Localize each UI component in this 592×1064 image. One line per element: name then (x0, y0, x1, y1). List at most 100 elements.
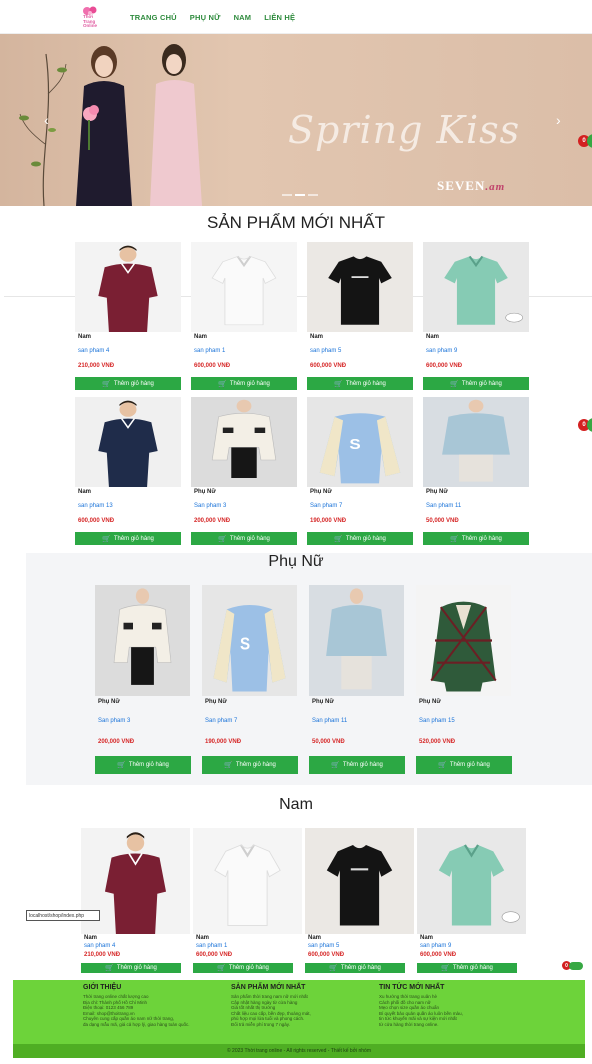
product-card[interactable]: Nam san pham 13 600,000 VNĐ 🛒 Thêm giỏ hàng (75, 397, 181, 547)
site-footer: GIỚI THIỆU Thời trang online chất lượng … (13, 980, 585, 1044)
footer-line: Đổi trả miễn phí trong 7 ngày. (231, 1021, 290, 1027)
prev-arrow-icon[interactable]: ‹ (44, 112, 49, 128)
product-price: 600,000 VNĐ (194, 363, 231, 369)
floating-cart[interactable]: 0 (578, 134, 592, 148)
add-to-cart-button[interactable]: 🛒 Thêm giỏ hàng (423, 532, 529, 545)
carousel-dot[interactable] (308, 194, 318, 196)
add-to-cart-button[interactable]: 🛒 Thêm giỏ hàng (417, 963, 517, 973)
add-to-cart-button[interactable]: 🛒 Thêm giỏ hàng (309, 756, 405, 774)
product-price: 50,000 VNĐ (312, 739, 345, 745)
site-logo[interactable]: Thời Trang Online (82, 6, 102, 28)
nav-contact[interactable]: LIÊN HỆ (264, 13, 295, 22)
product-card[interactable]: Phụ Nữ San pham 11 50,000 VNĐ 🛒 Thêm giỏ hàn… (423, 397, 529, 547)
nav-men[interactable]: NAM (234, 13, 252, 22)
product-image[interactable] (95, 585, 190, 696)
product-name[interactable]: san pham 5 (310, 348, 341, 354)
add-to-cart-button[interactable]: 🛒 Thêm giỏ hàng (305, 963, 405, 973)
product-image[interactable] (417, 828, 526, 934)
product-image[interactable]: S (307, 397, 413, 487)
next-arrow-icon[interactable]: › (556, 112, 561, 128)
product-name[interactable]: san pham 1 (194, 348, 225, 354)
product-category: Phụ Nữ (426, 489, 448, 495)
product-card[interactable]: Nam san pham 5 600,000 VNĐ 🛒 Thêm giỏ hàng (305, 828, 414, 974)
product-card[interactable]: Nam san pham 9 600,000 VNĐ 🛒 Thêm giỏ hàng (417, 828, 526, 974)
product-name[interactable]: San pham 7 (205, 718, 237, 724)
product-card[interactable]: Nam san pham 4 210,000 VNĐ 🛒 Thêm giỏ hàng (75, 242, 181, 392)
hero-banner[interactable]: Spring Kiss SEVEN.am ‹ › (0, 34, 592, 206)
product-price: 200,000 VNĐ (194, 518, 231, 524)
add-to-cart-button[interactable]: 🛒 Thêm giỏ hàng (202, 756, 298, 774)
cart-icon: 🛒 (102, 535, 111, 543)
product-card[interactable]: Nam san pham 1 600,000 VNĐ 🛒 Thêm giỏ hàng (193, 828, 302, 974)
product-card[interactable]: Nam san pham 4 210,000 VNĐ 🛒 Thêm giỏ hàng (81, 828, 190, 974)
add-to-cart-label: Thêm giỏ hàng (235, 762, 276, 768)
product-name[interactable]: san pham 13 (78, 503, 113, 509)
product-image[interactable] (416, 585, 511, 696)
product-image[interactable] (305, 828, 414, 934)
product-card[interactable]: Phụ Nữ San pham 3 200,000 VNĐ 🛒 Thêm giỏ hàn… (95, 585, 191, 777)
add-to-cart-label: Thêm giỏ hàng (116, 965, 157, 971)
product-name[interactable]: san pham 9 (426, 348, 457, 354)
floating-cart[interactable]: 0 (562, 961, 583, 970)
product-card[interactable]: Nam san pham 5 600,000 VNĐ 🛒 Thêm giỏ hàng (307, 242, 413, 392)
add-to-cart-button[interactable]: 🛒 Thêm giỏ hàng (307, 377, 413, 390)
add-to-cart-button[interactable]: 🛒 Thêm giỏ hàng (193, 963, 293, 973)
product-image[interactable] (309, 585, 404, 696)
product-category: Nam (310, 334, 324, 340)
product-image[interactable] (75, 242, 181, 332)
add-to-cart-button[interactable]: 🛒 Thêm giỏ hàng (75, 377, 181, 390)
product-card[interactable]: Phụ Nữ San pham 15 520,000 VNĐ 🛒 Thêm giỏ hà… (416, 585, 512, 777)
carousel-dot[interactable] (282, 194, 292, 196)
product-card[interactable]: S Phụ Nữ San pham 7 190,000 VNĐ 🛒 Thêm giỏ hà… (307, 397, 413, 547)
add-to-cart-button[interactable]: 🛒 Thêm giỏ hàng (416, 756, 512, 774)
product-price: 600,000 VNĐ (196, 952, 233, 958)
product-name[interactable]: san pham 4 (78, 348, 109, 354)
product-category: Nam (78, 489, 92, 495)
product-image[interactable] (191, 397, 297, 487)
product-name[interactable]: san pham 4 (84, 943, 115, 949)
product-image[interactable] (193, 828, 302, 934)
cart-icon: 🛒 (224, 762, 233, 769)
product-image[interactable] (191, 242, 297, 332)
add-to-cart-button[interactable]: 🛒 Thêm giỏ hàng (95, 756, 191, 774)
product-category: Nam (84, 935, 98, 941)
add-to-cart-button[interactable]: 🛒 Thêm giỏ hàng (191, 532, 297, 545)
product-image[interactable] (423, 397, 529, 487)
product-card[interactable]: Phụ Nữ San pham 3 200,000 VNĐ 🛒 Thêm giỏ hàn… (191, 397, 297, 547)
footer-news: TIN TỨC MỚI NHẤT Xu hướng thời trang xuâ… (379, 984, 519, 1027)
banner-brand-name: SEVEN (437, 178, 486, 193)
add-to-cart-button[interactable]: 🛒 Thêm giỏ hàng (423, 377, 529, 390)
add-to-cart-button[interactable]: 🛒 Thêm giỏ hàng (191, 377, 297, 390)
product-category: Phụ Nữ (205, 699, 227, 705)
product-name[interactable]: san pham 5 (308, 943, 339, 949)
cart-icon: 🛒 (217, 965, 226, 972)
product-name[interactable]: san pham 9 (420, 943, 451, 949)
nav-home[interactable]: TRANG CHỦ (130, 13, 177, 22)
product-category: Phụ Nữ (194, 489, 216, 495)
product-image[interactable]: S (202, 585, 297, 696)
product-card[interactable]: Nam san pham 9 600,000 VNĐ 🛒 Thêm giỏ hàng (423, 242, 529, 392)
product-name[interactable]: San pham 11 (426, 503, 461, 509)
product-name[interactable]: san pham 1 (196, 943, 227, 949)
product-image[interactable] (75, 397, 181, 487)
product-image[interactable] (423, 242, 529, 332)
product-card[interactable]: S Phụ Nữ San pham 7 190,000 VNĐ 🛒 Thêm giỏ hà… (202, 585, 298, 777)
product-name[interactable]: San pham 3 (194, 503, 226, 509)
product-name[interactable]: San pham 11 (312, 718, 347, 724)
model-dark-dress (76, 46, 132, 206)
carousel-dot[interactable] (295, 194, 305, 196)
add-to-cart-button[interactable]: 🛒 Thêm giỏ hàng (307, 532, 413, 545)
product-card[interactable]: Phụ Nữ San pham 11 50,000 VNĐ 🛒 Thêm giỏ hàn… (309, 585, 405, 777)
add-to-cart-button[interactable]: 🛒 Thêm giỏ hàng (81, 963, 181, 973)
product-name[interactable]: San pham 3 (98, 718, 130, 724)
nav-women[interactable]: PHỤ NỮ (190, 13, 221, 22)
floating-cart[interactable]: 0 (578, 418, 592, 432)
product-name[interactable]: San pham 7 (310, 503, 342, 509)
product-name[interactable]: San pham 15 (419, 718, 455, 724)
add-to-cart-button[interactable]: 🛒 Thêm giỏ hàng (75, 532, 181, 545)
women-section-title: Phụ Nữ (268, 553, 324, 570)
product-category: Phụ Nữ (419, 699, 441, 705)
product-image[interactable] (307, 242, 413, 332)
cart-icon: 🛒 (450, 535, 459, 543)
product-card[interactable]: Nam san pham 1 600,000 VNĐ 🛒 Thêm giỏ hàng (191, 242, 297, 392)
